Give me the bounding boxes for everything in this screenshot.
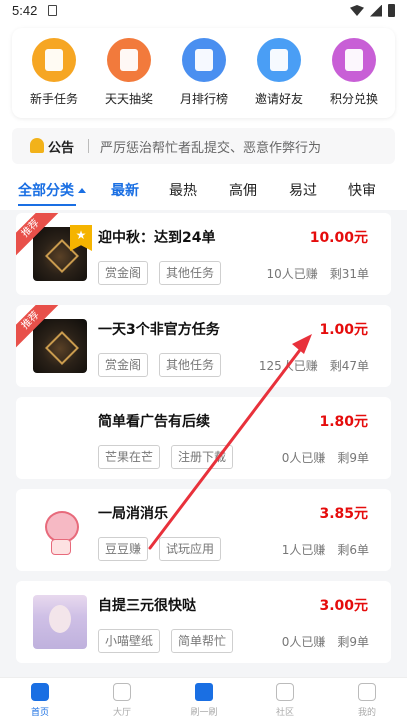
bottom-nav: 首页 大厅 刷一刷 社区 我的 xyxy=(0,677,407,723)
earned-count: 10人已赚 xyxy=(266,267,318,281)
monthly-ranking-icon xyxy=(182,38,226,82)
announcement-title: 公告 xyxy=(48,141,75,156)
status-time: 5:42 xyxy=(12,3,38,18)
video-icon xyxy=(195,683,213,701)
announcement-bar[interactable]: 公告 严厉惩治帮忙者乱提交、恶意作弊行为 xyxy=(12,128,395,164)
task-thumbnail xyxy=(33,503,87,557)
tab-fast-review[interactable]: 快审 xyxy=(348,180,376,200)
tab-easy-pass[interactable]: 易过 xyxy=(289,180,317,200)
task-tag: 小喵壁纸 xyxy=(98,629,161,653)
category-dropdown[interactable]: 全部分类 xyxy=(18,180,86,200)
caret-up-icon xyxy=(78,188,86,193)
task-card[interactable]: 一局消消乐 3.85元 豆豆赚 试玩应用 1人已赚 剩6单 xyxy=(16,489,391,571)
task-price: 1.00元 xyxy=(319,322,368,338)
tab-hottest[interactable]: 最热 xyxy=(169,180,197,200)
nav-home[interactable]: 首页 xyxy=(15,683,65,718)
shortcut-label: 天天抽奖 xyxy=(104,92,153,106)
category-label: 全部分类 xyxy=(18,183,74,199)
earned-count: 1人已赚 xyxy=(281,543,326,557)
nav-label: 我的 xyxy=(357,708,376,718)
filter-bar: 全部分类 最新 最热 高佣 易过 快审 xyxy=(0,172,407,208)
task-tag: 赏金阁 xyxy=(98,353,149,377)
remaining-count: 剩9单 xyxy=(337,635,369,649)
newbie-task-icon xyxy=(32,38,76,82)
shortcut-grid: 新手任务 天天抽奖 月排行榜 邀请好友 积分兑换 xyxy=(12,28,395,118)
task-stats: 10人已赚 剩31单 xyxy=(266,265,369,282)
remaining-count: 剩47单 xyxy=(329,359,369,373)
task-card[interactable]: 自提三元很快哒 3.00元 小喵壁纸 简单帮忙 0人已赚 剩9单 xyxy=(16,581,391,663)
task-thumbnail xyxy=(33,319,87,373)
task-stats: 1人已赚 剩6单 xyxy=(282,541,369,558)
shortcut-newbie-task[interactable]: 新手任务 xyxy=(19,38,89,107)
remaining-count: 剩6单 xyxy=(337,543,369,557)
notification-icon xyxy=(48,5,57,16)
task-card[interactable]: 推荐 一天3个非官方任务 1.00元 赏金阁 其他任务 125人已赚 剩47单 xyxy=(16,305,391,387)
shortcut-label: 积分兑换 xyxy=(329,92,378,106)
announcement-text: 严厉惩治帮忙者乱提交、恶意作弊行为 xyxy=(100,141,322,156)
wifi-icon xyxy=(350,5,364,16)
nav-profile[interactable]: 我的 xyxy=(342,683,392,718)
nav-label: 大厅 xyxy=(112,708,131,718)
nav-label: 社区 xyxy=(275,708,294,718)
nav-community[interactable]: 社区 xyxy=(260,683,310,718)
task-title: 迎中秋：达到24单 xyxy=(98,230,216,246)
daily-lottery-icon xyxy=(107,38,151,82)
task-stats: 0人已赚 剩9单 xyxy=(282,449,369,466)
remaining-count: 剩31单 xyxy=(329,267,369,281)
nav-label: 刷一刷 xyxy=(190,708,218,718)
task-tag: 试玩应用 xyxy=(159,537,222,561)
nav-hall[interactable]: 大厅 xyxy=(97,683,147,718)
task-price: 10.00元 xyxy=(309,230,368,246)
task-tag: 其他任务 xyxy=(159,261,222,285)
earned-count: 125人已赚 xyxy=(258,359,318,373)
nav-label: 首页 xyxy=(30,708,49,718)
invite-friends-icon xyxy=(257,38,301,82)
task-title: 一局消消乐 xyxy=(98,506,168,522)
task-tag: 赏金阁 xyxy=(98,261,149,285)
tab-high-commission[interactable]: 高佣 xyxy=(229,180,257,200)
task-thumbnail xyxy=(33,595,87,649)
hall-icon xyxy=(113,683,131,701)
task-tag: 豆豆赚 xyxy=(98,537,149,561)
nav-video[interactable]: 刷一刷 xyxy=(179,683,229,718)
task-title: 简单看广告有后续 xyxy=(98,414,210,430)
active-underline xyxy=(18,204,76,206)
home-icon xyxy=(31,683,49,701)
divider xyxy=(88,139,89,153)
earned-count: 0人已赚 xyxy=(281,635,326,649)
remaining-count: 剩9单 xyxy=(337,451,369,465)
signal-icon xyxy=(370,4,382,17)
task-thumbnail xyxy=(33,411,87,465)
task-price: 3.85元 xyxy=(319,506,368,522)
earned-count: 0人已赚 xyxy=(281,451,326,465)
points-exchange-icon xyxy=(332,38,376,82)
task-tag: 注册下载 xyxy=(171,445,234,469)
task-card[interactable]: 简单看广告有后续 1.80元 芒果在芒 注册下载 0人已赚 剩9单 xyxy=(16,397,391,479)
shortcut-points-exchange[interactable]: 积分兑换 xyxy=(319,38,389,107)
profile-icon xyxy=(358,683,376,701)
shortcut-label: 月排行榜 xyxy=(179,92,228,106)
task-title: 自提三元很快哒 xyxy=(98,598,196,614)
battery-icon xyxy=(388,4,395,17)
bell-icon xyxy=(30,138,44,153)
shortcut-daily-lottery[interactable]: 天天抽奖 xyxy=(94,38,164,107)
shortcut-invite-friends[interactable]: 邀请好友 xyxy=(244,38,314,107)
task-tag: 简单帮忙 xyxy=(171,629,234,653)
task-tag: 其他任务 xyxy=(159,353,222,377)
task-title: 一天3个非官方任务 xyxy=(98,322,220,338)
shortcut-label: 邀请好友 xyxy=(254,92,303,106)
status-bar: 5:42 xyxy=(0,0,407,22)
task-card[interactable]: ★ 推荐 迎中秋：达到24单 10.00元 赏金阁 其他任务 10人已赚 剩31单 xyxy=(16,213,391,295)
status-icons xyxy=(350,4,395,17)
tab-newest[interactable]: 最新 xyxy=(111,180,139,200)
community-icon xyxy=(276,683,294,701)
task-tag: 芒果在芒 xyxy=(98,445,161,469)
task-stats: 0人已赚 剩9单 xyxy=(282,633,369,650)
shortcut-label: 新手任务 xyxy=(29,92,78,106)
shortcut-monthly-ranking[interactable]: 月排行榜 xyxy=(169,38,239,107)
task-price: 1.80元 xyxy=(319,414,368,430)
task-stats: 125人已赚 剩47单 xyxy=(259,357,369,374)
task-price: 3.00元 xyxy=(319,598,368,614)
